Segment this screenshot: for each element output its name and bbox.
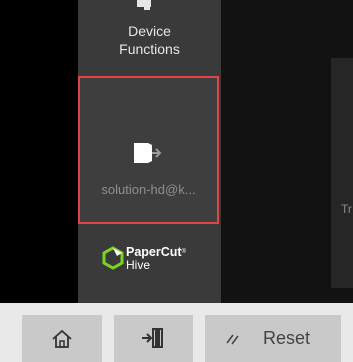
- logout-button[interactable]: [114, 315, 193, 362]
- brand-sub: Hive: [126, 258, 151, 272]
- papercut-logo-icon: [102, 246, 124, 270]
- reset-button[interactable]: Reset: [205, 315, 341, 362]
- logout-tile[interactable]: solution-hd@k...: [78, 76, 219, 224]
- brand-name: PaperCut®: [126, 245, 186, 259]
- slash-icon: [226, 334, 239, 345]
- device-functions-label[interactable]: Device Functions: [78, 22, 221, 58]
- screen: Device Functions solution-hd@k... PaperC…: [0, 0, 353, 362]
- home-button[interactable]: [22, 315, 102, 362]
- reset-label: Reset: [263, 328, 311, 348]
- logout-icon: [134, 143, 162, 163]
- right-cut-text: Tr: [341, 202, 352, 216]
- right-card[interactable]: [331, 58, 353, 288]
- logout-icon: [142, 328, 163, 348]
- papercut-hive-logo: PaperCut® Hive: [101, 240, 201, 280]
- left-strip: [0, 0, 78, 303]
- device-functions-icon: [137, 0, 151, 10]
- home-icon: [52, 329, 72, 348]
- user-label: solution-hd@k...: [101, 182, 196, 197]
